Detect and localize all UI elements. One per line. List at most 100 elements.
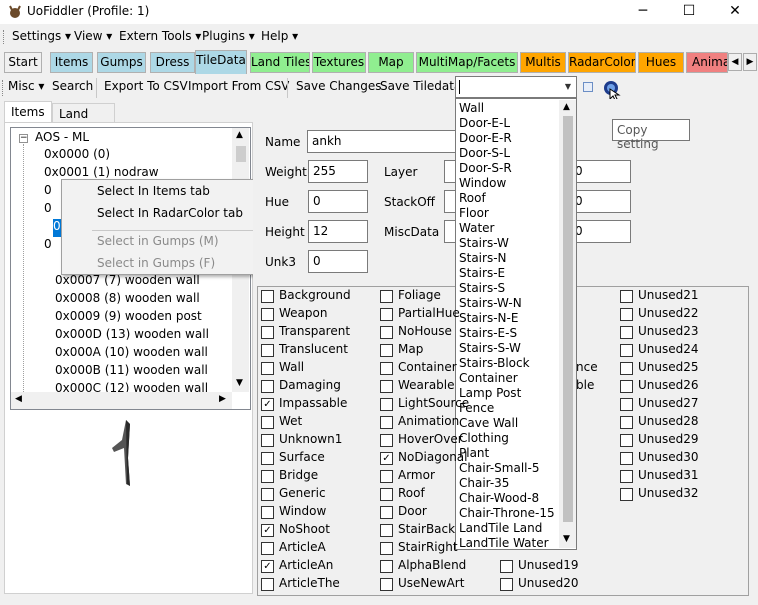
maximize-button[interactable]: ☐	[666, 0, 712, 24]
flag-surface-checkbox[interactable]	[261, 452, 274, 465]
dropdown-item[interactable]: Stairs-W-N	[459, 296, 522, 311]
chevron-down-icon[interactable]: ▼	[562, 80, 574, 94]
tab-items-inner[interactable]: Items	[4, 101, 52, 124]
flag-background-checkbox[interactable]	[261, 290, 274, 303]
dropdown-item[interactable]: Clothing	[459, 431, 509, 446]
dropdown-item[interactable]: Stairs-E	[459, 266, 505, 281]
flag-articlean-checkbox-checked[interactable]: ✓	[261, 560, 274, 573]
dropdown-item[interactable]: Stairs-E-S	[459, 326, 517, 341]
menu-help[interactable]: Help ▾	[261, 29, 298, 46]
scroll-down-icon[interactable]: ▼	[236, 378, 243, 388]
dropdown-item[interactable]: LandTile Land	[459, 521, 542, 536]
height-field[interactable]: 12	[308, 220, 368, 243]
dropdown-item[interactable]: Container	[459, 371, 518, 386]
dropdown-item[interactable]: Wall	[459, 101, 484, 116]
dropdown-item[interactable]: Window	[459, 176, 506, 191]
dropdown-scrollbar[interactable]: ▲ ▼	[559, 100, 576, 548]
flag-articlea-checkbox[interactable]	[261, 542, 274, 555]
dropdown-item[interactable]: Door-E-L	[459, 116, 510, 131]
tiledata-filter-combobox[interactable]: ▼	[455, 76, 577, 98]
tab-items[interactable]: Items	[50, 52, 93, 73]
flag-unused22-checkbox[interactable]	[620, 308, 633, 321]
weight-field[interactable]: 255	[308, 160, 368, 183]
flag-translucent-checkbox[interactable]	[261, 344, 274, 357]
flag-unused25-checkbox[interactable]	[620, 362, 633, 375]
dropdown-item[interactable]: Door-S-L	[459, 146, 510, 161]
flag-lightsource-checkbox[interactable]	[380, 398, 393, 411]
right-field-1[interactable]: 0	[572, 160, 631, 183]
dropdown-item[interactable]: Stairs-N	[459, 251, 507, 266]
flag-unused26-checkbox[interactable]	[620, 380, 633, 393]
flag-unused31-checkbox[interactable]	[620, 470, 633, 483]
flag-unused30-checkbox[interactable]	[620, 452, 633, 465]
flag-stairright-checkbox[interactable]	[380, 542, 393, 555]
dropdown-item[interactable]: Stairs-N-E	[459, 311, 518, 326]
import-csv-button[interactable]: Import From CSV	[188, 79, 289, 97]
tab-scroll-left-icon[interactable]: ◀	[728, 53, 742, 71]
right-field-2[interactable]: 0	[572, 190, 631, 213]
tab-scroll-right-icon[interactable]: ▶	[743, 53, 757, 71]
scroll-right-icon[interactable]: ▶	[219, 394, 226, 404]
tab-multis[interactable]: Multis	[520, 52, 566, 73]
tab-start[interactable]: Start	[4, 52, 42, 73]
scroll-thumb[interactable]	[563, 116, 573, 522]
flag-roof-checkbox[interactable]	[380, 488, 393, 501]
flag-alphablend-checkbox[interactable]	[380, 560, 393, 573]
export-csv-button[interactable]: Export To CSV	[104, 79, 188, 97]
dropdown-item[interactable]: Chair-Small-5	[459, 461, 539, 476]
close-button[interactable]: ✕	[712, 0, 758, 24]
flag-unused28-checkbox[interactable]	[620, 416, 633, 429]
flag-window-checkbox[interactable]	[261, 506, 274, 519]
dropdown-item[interactable]: Chair-Wood-8	[459, 491, 539, 506]
search-button[interactable]: Search	[52, 79, 93, 97]
flag-unused27-checkbox[interactable]	[620, 398, 633, 411]
hue-field[interactable]: 0	[308, 190, 368, 213]
minimize-button[interactable]: ─	[620, 0, 666, 24]
context-select-radarcolor[interactable]: Select In RadarColor tab	[97, 206, 243, 226]
flag-animation-checkbox[interactable]	[380, 416, 393, 429]
flag-damaging-checkbox[interactable]	[261, 380, 274, 393]
flag-unused20-checkbox[interactable]	[500, 578, 513, 591]
flag-door-checkbox[interactable]	[380, 506, 393, 519]
tree-item[interactable]: 0x0008 (8) wooden wall	[55, 291, 200, 309]
flag-armor-checkbox[interactable]	[380, 470, 393, 483]
dropdown-item[interactable]: LandTile Water	[459, 536, 549, 551]
flag-unused21-checkbox[interactable]	[620, 290, 633, 303]
menu-plugins[interactable]: Plugins ▾	[202, 29, 255, 46]
context-select-items[interactable]: Select In Items tab	[97, 184, 210, 204]
tree-item[interactable]: 0x0009 (9) wooden post	[55, 309, 202, 327]
flag-weapon-checkbox[interactable]	[261, 308, 274, 321]
flag-stairback-checkbox[interactable]	[380, 524, 393, 537]
tab-radarcolor[interactable]: RadarColor	[568, 52, 636, 73]
flag-wet-checkbox[interactable]	[261, 416, 274, 429]
flag-unused19-checkbox[interactable]	[500, 560, 513, 573]
save-changes-button[interactable]: Save Changes	[296, 79, 381, 97]
flag-unused23-checkbox[interactable]	[620, 326, 633, 339]
tab-multimap[interactable]: MultiMap/Facets	[416, 52, 518, 73]
menu-extern-tools[interactable]: Extern Tools ▾	[119, 29, 201, 46]
flag-nodiagonal-checkbox-checked[interactable]: ✓	[380, 452, 393, 465]
checkbox-icon[interactable]	[583, 82, 593, 92]
tab-dress[interactable]: Dress	[150, 52, 195, 73]
flag-articlethe-checkbox[interactable]	[261, 578, 274, 591]
tree-item[interactable]: 0x0000 (0)	[44, 147, 110, 165]
tree-item[interactable]: 0x000D (13) wooden wall	[55, 327, 209, 345]
flag-partialhue-checkbox[interactable]	[380, 308, 393, 321]
dropdown-item[interactable]: Floor	[459, 206, 489, 221]
tree-item[interactable]: 0x000A (10) wooden wall	[55, 345, 208, 363]
flag-bridge-checkbox[interactable]	[261, 470, 274, 483]
flag-unused29-checkbox[interactable]	[620, 434, 633, 447]
tab-land-tiles[interactable]: Land Tiles	[250, 52, 310, 73]
flag-nohouse-checkbox[interactable]	[380, 326, 393, 339]
flag-transparent-checkbox[interactable]	[261, 326, 274, 339]
name-field[interactable]: ankh	[307, 130, 457, 153]
collapse-icon[interactable]: −	[19, 134, 28, 143]
right-field-3[interactable]: 0	[572, 220, 631, 243]
scroll-up-icon[interactable]: ▲	[236, 130, 243, 140]
dropdown-item[interactable]: Water	[459, 221, 494, 236]
save-tiledata-button[interactable]: Save Tiledata	[380, 79, 461, 97]
tab-tiledata[interactable]: TileData	[195, 50, 247, 74]
dropdown-item[interactable]: Stairs-S-W	[459, 341, 521, 356]
flag-container-checkbox[interactable]	[380, 362, 393, 375]
tree-item[interactable]: 0	[44, 237, 52, 255]
